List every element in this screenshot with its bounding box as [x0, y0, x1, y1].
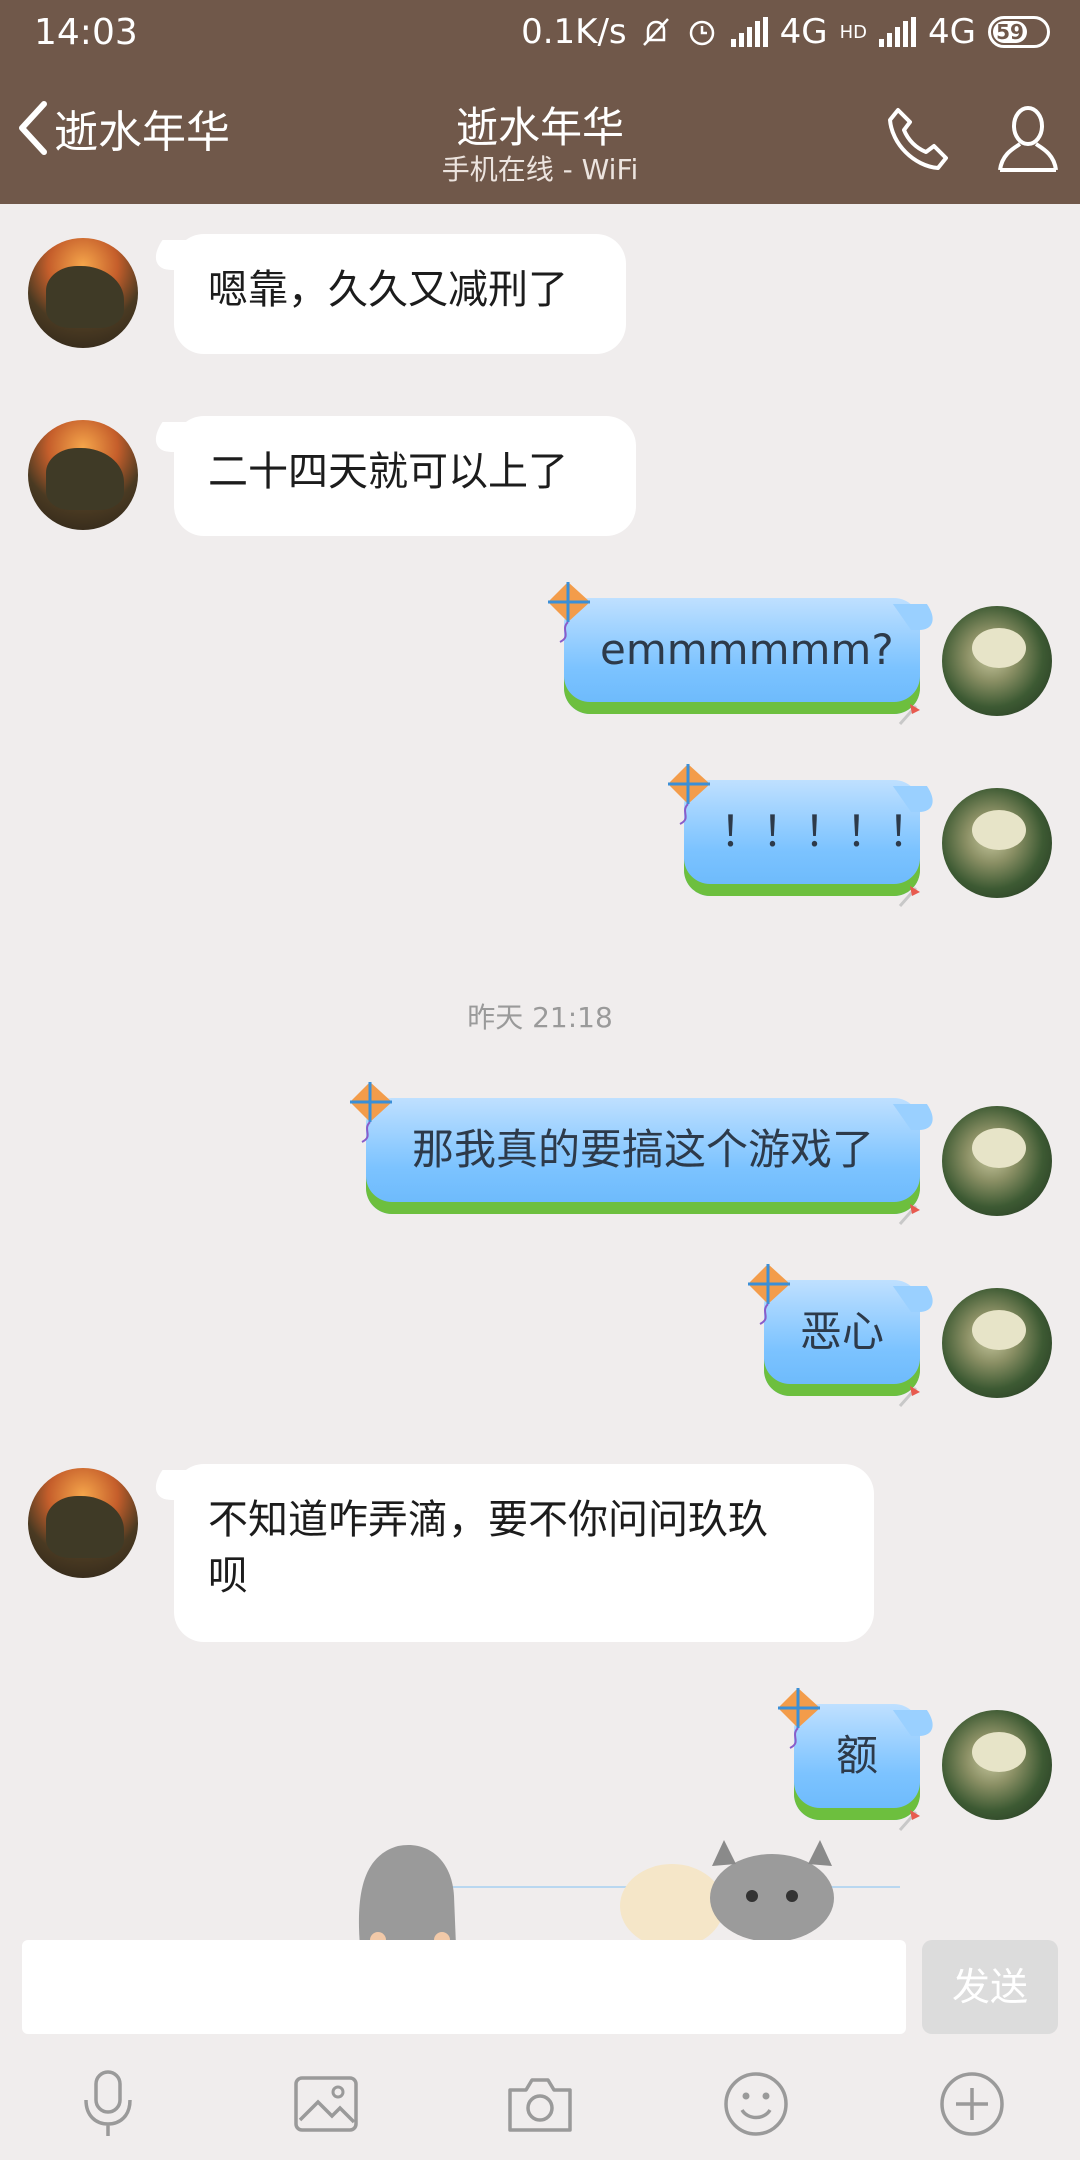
message-bubble[interactable]: 恶心	[748, 1264, 920, 1407]
kite-icon	[668, 764, 710, 825]
status-bar: 14:03 0.1K/s 4G HD 4G 59	[0, 0, 1080, 70]
message-text: 恶心	[800, 1307, 885, 1356]
status-time: 14:03	[34, 12, 138, 53]
message-row: 恶心	[0, 1264, 1080, 1407]
message-row: emmmmmm?	[0, 582, 1080, 725]
boy-sticker-icon	[358, 1844, 456, 1946]
network-type-2: 4G	[928, 12, 976, 52]
message-text: 额	[835, 1731, 878, 1780]
toolbar	[0, 2068, 1080, 2148]
message-bubble[interactable]: emmmmmm?	[548, 582, 920, 725]
avatar[interactable]	[942, 606, 1052, 716]
phone-icon[interactable]	[880, 100, 956, 176]
microphone-icon[interactable]	[72, 2068, 144, 2140]
avatar[interactable]	[942, 1710, 1052, 1820]
alarm-icon	[689, 20, 714, 46]
kite-icon	[350, 1082, 392, 1143]
avatar[interactable]	[28, 420, 138, 530]
kite-icon	[778, 1688, 820, 1749]
message-input[interactable]	[22, 1940, 906, 2034]
network-speed: 0.1K/s	[521, 12, 627, 52]
network-type-1: 4G	[779, 12, 828, 52]
kite-icon	[548, 582, 590, 643]
message-row: 二十四天就可以上了	[0, 416, 1080, 536]
avatar[interactable]	[28, 238, 138, 348]
input-bar: 发送	[0, 1940, 1080, 2160]
message-row: 不知道咋弄滴，要不你问问玖玖 呗	[0, 1464, 1080, 1644]
flag-pin-icon	[898, 886, 920, 907]
hd-label: HD	[839, 21, 868, 43]
flag-pin-icon	[898, 1810, 920, 1831]
emoji-icon[interactable]	[720, 2068, 792, 2140]
contact-icon[interactable]	[990, 100, 1066, 176]
message-bubble[interactable]: ！！！！！	[668, 764, 930, 907]
sticker-strip	[0, 1836, 1080, 1946]
signal-bars-icon	[730, 17, 768, 47]
flag-pin-icon	[898, 1204, 920, 1225]
flag-pin-icon	[898, 1386, 920, 1407]
timestamp: 昨天 21:18	[467, 1001, 613, 1034]
mute-bell-icon	[642, 18, 669, 46]
message-row: ！！！！！	[0, 764, 1080, 907]
flag-pin-icon	[898, 704, 920, 725]
signal-bars-2-icon	[879, 17, 917, 47]
chat-header: 逝水年华 逝水年华 手机在线 - WiFi	[0, 80, 1080, 204]
cats-sticker-icon	[620, 1840, 834, 1946]
battery-level: 59	[993, 21, 1027, 43]
message-row: 那我真的要搞这个游戏了	[0, 1082, 1080, 1225]
message-text: ！！！！！	[720, 807, 931, 856]
message-text: 那我真的要搞这个游戏了	[411, 1125, 874, 1174]
message-row: 嗯靠，久久又减刑了	[0, 234, 1080, 354]
message-bubble[interactable]: 嗯靠，久久又减刑了	[174, 234, 626, 354]
message-row: 额	[0, 1688, 1080, 1831]
send-button[interactable]: 发送	[922, 1940, 1058, 2034]
message-text: emmmmmm?	[600, 625, 894, 674]
plus-icon[interactable]	[936, 2068, 1008, 2140]
top-bar: 14:03 0.1K/s 4G HD 4G 59 逝水年华 逝水年华 手机在线 …	[0, 0, 1080, 204]
status-right: 0.1K/s 4G HD 4G 59	[521, 12, 1050, 52]
message-bubble[interactable]: 额	[778, 1688, 920, 1831]
avatar[interactable]	[28, 1468, 138, 1578]
avatar[interactable]	[942, 788, 1052, 898]
kite-icon	[748, 1264, 790, 1325]
image-icon[interactable]	[290, 2068, 362, 2140]
avatar[interactable]	[942, 1288, 1052, 1398]
chat-area[interactable]: 嗯靠，久久又减刑了 二十四天就可以上了 emmmmmm? ！！！！！ 昨天 21…	[0, 204, 1080, 1940]
message-bubble[interactable]: 不知道咋弄滴，要不你问问玖玖 呗	[174, 1464, 874, 1642]
camera-icon[interactable]	[504, 2068, 576, 2140]
message-bubble[interactable]: 二十四天就可以上了	[174, 416, 636, 536]
avatar[interactable]	[942, 1106, 1052, 1216]
message-bubble[interactable]: 那我真的要搞这个游戏了	[350, 1082, 920, 1225]
battery-icon: 59	[988, 16, 1050, 48]
